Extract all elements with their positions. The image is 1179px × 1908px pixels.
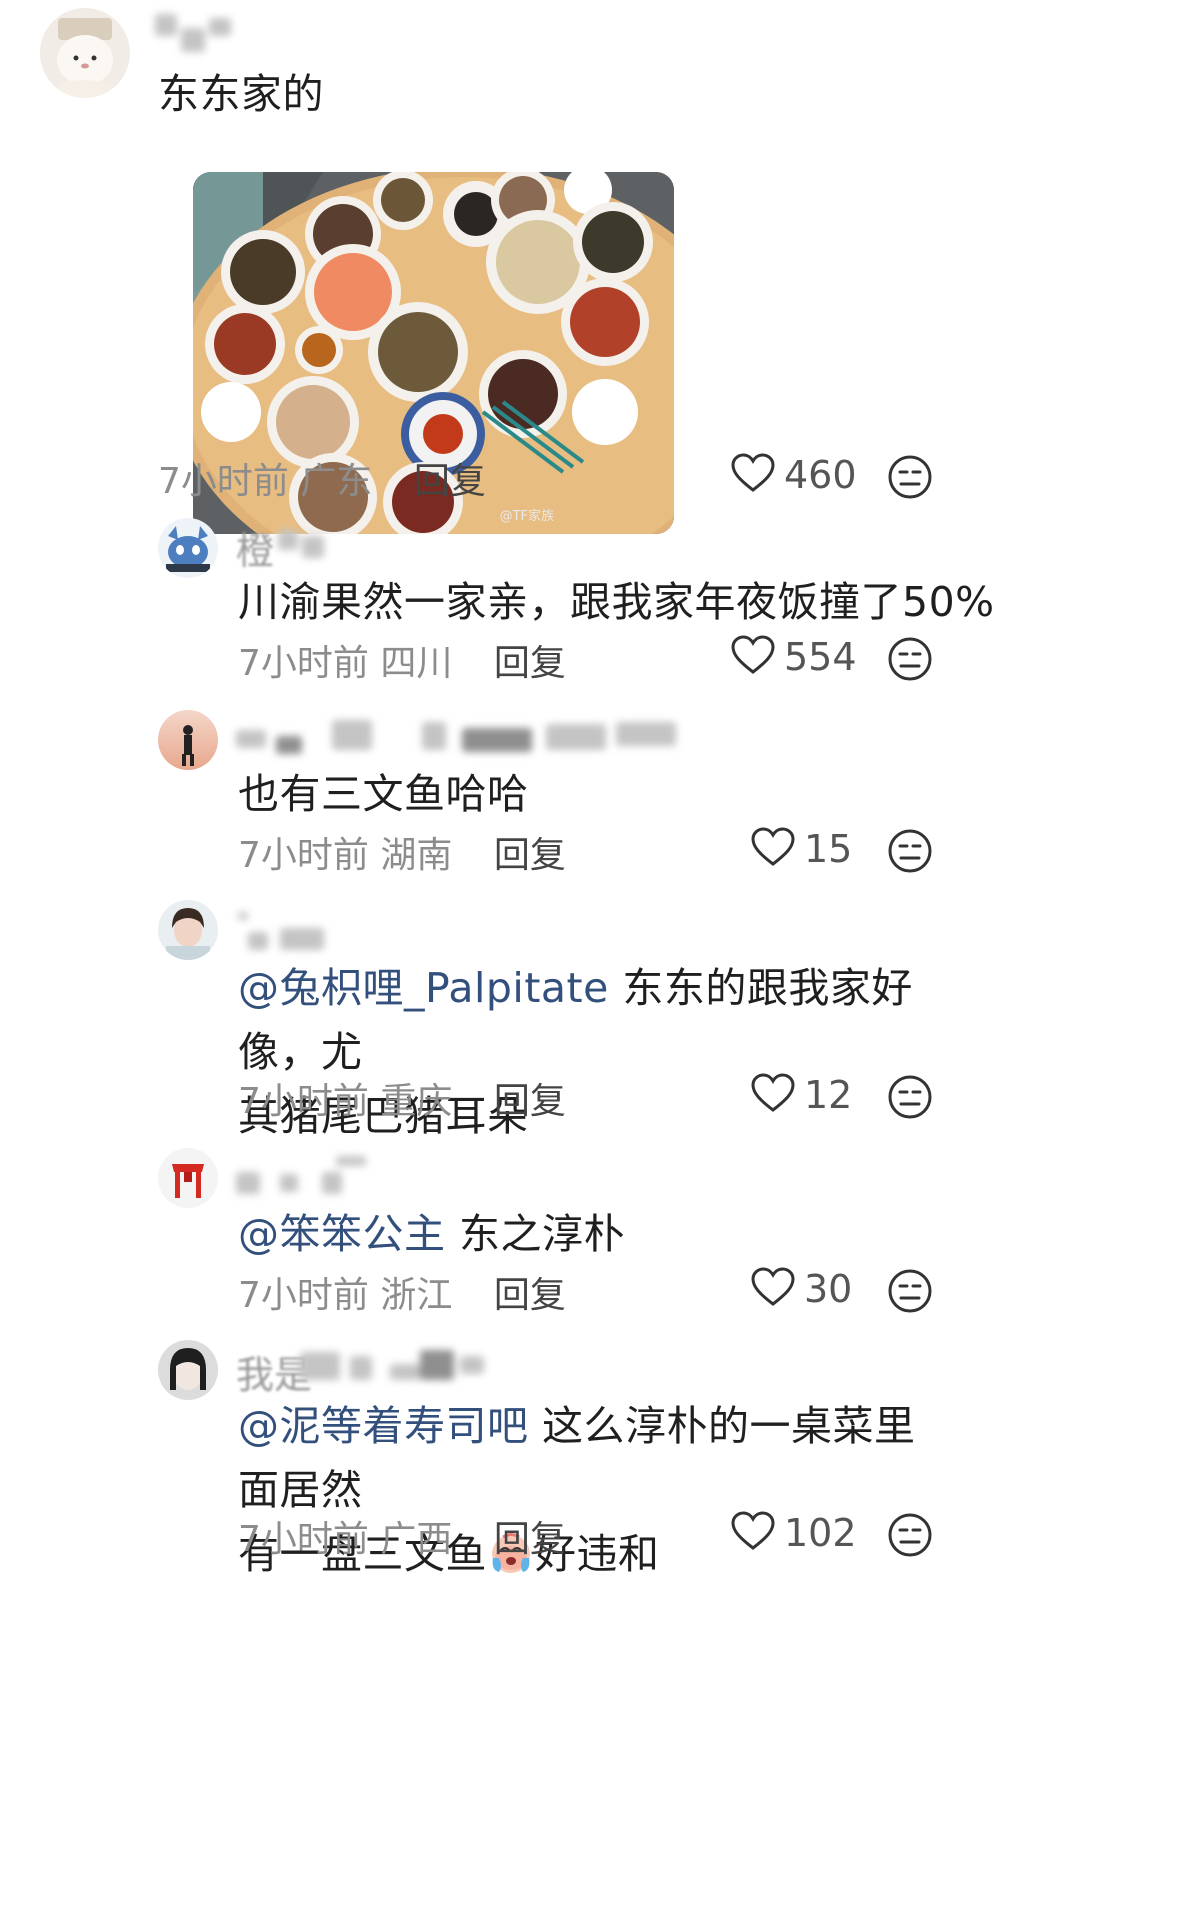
like-button[interactable]: 12: [750, 1072, 852, 1118]
like-button[interactable]: 102: [730, 1510, 857, 1556]
comment-meta: 7小时前 广西 回复: [238, 1510, 566, 1562]
image-watermark: @TF家族: [499, 509, 554, 524]
meh-face-icon: [888, 1513, 932, 1557]
username-redacted[interactable]: [236, 1156, 376, 1196]
heart-outline-icon: [750, 1072, 796, 1118]
avatar[interactable]: [40, 8, 130, 98]
comment-time: 7小时前: [238, 835, 369, 876]
like-count: 460: [784, 453, 857, 497]
comment-meta: 7小时前 广东 回复: [158, 452, 486, 504]
comment-location: 四川: [380, 643, 453, 684]
dislike-button[interactable]: [886, 1267, 934, 1315]
reply-button[interactable]: 回复: [494, 1081, 566, 1122]
like-count: 30: [804, 1267, 853, 1311]
dislike-button[interactable]: [886, 1073, 934, 1121]
comment-meta: 7小时前 湖南 回复: [238, 826, 566, 878]
heart-outline-icon: [730, 452, 776, 498]
comment-location: 浙江: [380, 1275, 453, 1316]
like-button[interactable]: 30: [750, 1266, 852, 1312]
comment-location: 重庆: [380, 1081, 453, 1122]
username-redacted[interactable]: [278, 524, 328, 560]
like-button[interactable]: 554: [730, 634, 857, 680]
dislike-button[interactable]: [886, 453, 934, 501]
like-count: 12: [804, 1073, 853, 1117]
meh-face-icon: [888, 455, 932, 499]
avatar[interactable]: [158, 1148, 218, 1208]
comment-text: 也有三文鱼哈哈: [238, 770, 529, 818]
username-redacted[interactable]: [155, 12, 235, 52]
like-count: 554: [784, 635, 857, 679]
comment-text-part: 东之淳朴: [445, 1210, 626, 1258]
comment-meta: 7小时前 重庆 回复: [238, 1072, 566, 1124]
avatar[interactable]: [158, 900, 218, 960]
like-count: 15: [804, 827, 853, 871]
meh-face-icon: [888, 1269, 932, 1313]
comment-time: 7小时前: [238, 1081, 369, 1122]
reply-button[interactable]: 回复: [494, 1519, 566, 1560]
mention-link[interactable]: @兔枳哩_Palpitate: [238, 964, 609, 1012]
reply-button[interactable]: 回复: [494, 835, 566, 876]
like-button[interactable]: 460: [730, 452, 857, 498]
like-button[interactable]: 15: [750, 826, 852, 872]
mention-link[interactable]: @笨笨公主: [238, 1210, 446, 1258]
comment-location: 广西: [380, 1519, 453, 1560]
mention-link[interactable]: @泥等着寿司吧: [238, 1402, 529, 1450]
avatar[interactable]: [158, 1340, 218, 1400]
comment-text: 川渝果然一家亲，跟我家年夜饭撞了50%: [238, 578, 995, 626]
like-count: 102: [784, 1511, 857, 1555]
avatar[interactable]: [158, 518, 218, 578]
comment-meta: 7小时前 四川 回复: [238, 634, 566, 686]
avatar[interactable]: [158, 710, 218, 770]
comment-time: 7小时前: [158, 461, 289, 502]
meh-face-icon: [888, 1075, 932, 1119]
reply-button[interactable]: 回复: [494, 1275, 566, 1316]
dislike-button[interactable]: [886, 1511, 934, 1559]
comment-time: 7小时前: [238, 1519, 369, 1560]
username-redacted[interactable]: [236, 910, 336, 950]
meh-face-icon: [888, 637, 932, 681]
comment-location: 广东: [300, 461, 373, 502]
dislike-button[interactable]: [886, 635, 934, 683]
comment-meta: 7小时前 浙江 回复: [238, 1266, 566, 1318]
heart-outline-icon: [730, 1510, 776, 1556]
comment-text: @笨笨公主 东之淳朴: [238, 1202, 625, 1266]
reply-button[interactable]: 回复: [414, 461, 486, 502]
dislike-button[interactable]: [886, 827, 934, 875]
username-redacted[interactable]: [236, 716, 676, 756]
heart-outline-icon: [750, 1266, 796, 1312]
comment-location: 湖南: [380, 835, 453, 876]
username-partial[interactable]: 橙: [236, 520, 274, 575]
comment-time: 7小时前: [238, 643, 369, 684]
meh-face-icon: [888, 829, 932, 873]
heart-outline-icon: [730, 634, 776, 680]
comment-time: 7小时前: [238, 1275, 369, 1316]
heart-outline-icon: [750, 826, 796, 872]
reply-button[interactable]: 回复: [494, 643, 566, 684]
username-redacted[interactable]: [300, 1346, 490, 1386]
comment-text: 东东家的: [158, 70, 324, 118]
